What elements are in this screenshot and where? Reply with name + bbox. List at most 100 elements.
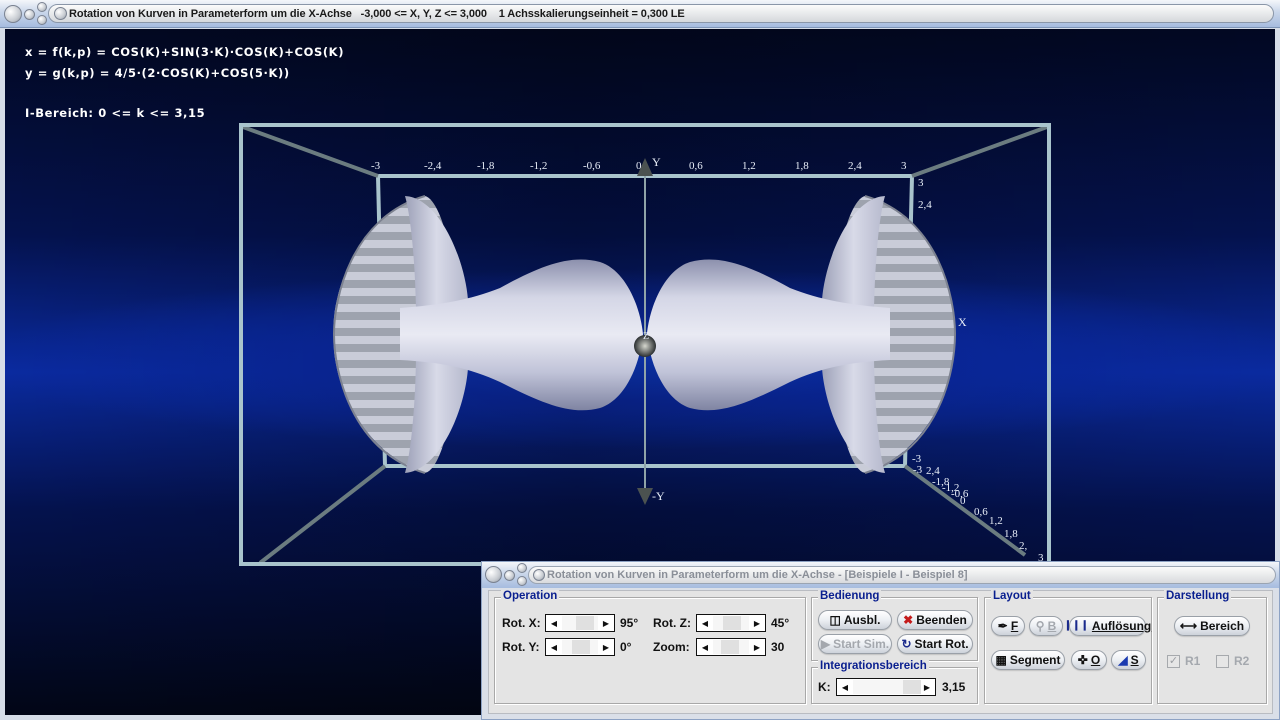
z-tick: 0,6 [974, 506, 988, 518]
dialog-title-ball-icon [533, 569, 545, 581]
zoom-label: Zoom: [653, 640, 690, 654]
x-tick: 3 [901, 160, 907, 172]
beenden-button[interactable]: ✖ Beenden [897, 610, 973, 630]
scroll-left-icon[interactable]: ◀ [546, 639, 562, 655]
scroll-right-icon[interactable]: ▶ [919, 679, 935, 695]
surface-right [647, 195, 957, 474]
window-restore-ball-icon[interactable] [37, 15, 47, 25]
bereich-button[interactable]: ⟷ Bereich [1174, 616, 1250, 636]
range-icon: ⟷ [1179, 619, 1198, 633]
scroll-thumb[interactable] [572, 640, 590, 654]
aufloesung-button[interactable]: ❙❙❙ Auflösung [1064, 616, 1151, 636]
group-legend-operation: Operation [501, 590, 560, 602]
main-titlebar: Rotation von Kurven in Parameterform um … [0, 0, 1280, 28]
scroll-right-icon[interactable]: ▶ [598, 615, 614, 631]
crosshair-icon: ✜ [1077, 653, 1088, 667]
z-tick-labels: -3 -3 2,4 -1,8 -1,2 -0,6 0 0,6 1,2 1,8 2… [912, 453, 1044, 564]
r1-checkbox[interactable]: ✓ [1167, 655, 1180, 668]
scroll-thumb[interactable] [723, 616, 741, 630]
group-legend-darstellung: Darstellung [1164, 590, 1232, 602]
ausbl-button[interactable]: ◫ Ausbl. [818, 610, 892, 630]
group-integrationsbereich: Integrationsbereich K: ◀ ▶ 3,15 [811, 660, 978, 704]
rot-y-value: 0° [620, 640, 632, 654]
title-ball-icon [54, 7, 67, 20]
rot-x-label: Rot. X: [502, 616, 541, 630]
window-maximize-ball-icon[interactable] [37, 2, 47, 12]
z-axis-label: Z [643, 331, 649, 342]
dialog-body: Operation Rot. X: ◀ ▶ 95° Rot. Z: ◀ ▶ 45… [488, 590, 1273, 714]
rot-y-slider[interactable]: ◀ ▶ [545, 638, 615, 656]
color-f-button[interactable]: ✒ F [991, 616, 1025, 636]
segment-button[interactable]: ▦ Segment [991, 650, 1065, 670]
z-tick: -3 [913, 464, 923, 476]
zoom-slider[interactable]: ◀ ▶ [696, 638, 766, 656]
x-tick: -1,8 [477, 160, 495, 172]
x-tick: -1,2 [530, 160, 547, 172]
r1-label: R1 [1185, 654, 1201, 668]
flashlight-icon: ⚲ [1035, 619, 1045, 633]
grid-icon: ▦ [995, 653, 1007, 667]
light-b-button[interactable]: ⚲ B [1029, 616, 1063, 636]
rotate-icon: ↻ [901, 637, 912, 651]
rot-z-value: 45° [771, 616, 790, 630]
y-tick: 2,4 [918, 199, 932, 211]
dialog-restore-ball-icon[interactable] [517, 576, 527, 586]
close-icon: ✖ [903, 613, 914, 627]
zoom-value: 30 [771, 640, 785, 654]
scroll-right-icon[interactable]: ▶ [598, 639, 614, 655]
rot-z-label: Rot. Z: [653, 616, 691, 630]
x-tick: -3 [371, 160, 381, 172]
surface-s-button[interactable]: ◢ S [1111, 650, 1146, 670]
x-tick-labels: -3 -2,4 -1,8 -1,2 -0,6 0 0,6 1,2 1,8 2,4… [371, 160, 907, 172]
dialog-title-strip: Rotation von Kurven in Parameterform um … [528, 566, 1276, 584]
title-strip: Rotation von Kurven in Parameterform um … [48, 4, 1274, 23]
window-minimize-ball-icon[interactable] [24, 9, 35, 20]
scroll-left-icon[interactable]: ◀ [837, 679, 853, 695]
scroll-right-icon[interactable]: ▶ [749, 639, 765, 655]
scroll-left-icon[interactable]: ◀ [546, 615, 562, 631]
rot-x-slider[interactable]: ◀ ▶ [545, 614, 615, 632]
rot-x-value: 95° [620, 616, 639, 630]
scroll-thumb[interactable] [576, 616, 594, 630]
rot-z-slider[interactable]: ◀ ▶ [696, 614, 766, 632]
group-bedienung: Bedienung ◫ Ausbl. ✖ Beenden ▶ Start Sim… [811, 590, 978, 661]
surface-paint-icon: ◢ [1118, 653, 1128, 667]
start-rot-button[interactable]: ↻ Start Rot. [897, 634, 973, 654]
play-icon: ▶ [820, 637, 831, 651]
start-sim-button[interactable]: ▶ Start Sim. [818, 634, 892, 654]
scroll-left-icon[interactable]: ◀ [697, 615, 713, 631]
rot-y-label: Rot. Y: [502, 640, 540, 654]
dialog-minimize-ball-icon[interactable] [504, 570, 515, 581]
x-tick: 1,2 [742, 160, 756, 172]
neg-y-axis-label: -Y [652, 489, 665, 503]
scroll-left-icon[interactable]: ◀ [697, 639, 713, 655]
scroll-thumb[interactable] [721, 640, 739, 654]
dialog-menu-ball-icon[interactable] [485, 566, 502, 583]
k-slider[interactable]: ◀ ▶ [836, 678, 936, 696]
window-menu-ball-icon[interactable] [4, 5, 22, 23]
window-title: Rotation von Kurven in Parameterform um … [69, 7, 685, 20]
group-legend-bedienung: Bedienung [818, 590, 882, 602]
r2-label: R2 [1234, 654, 1250, 668]
dialog-maximize-ball-icon[interactable] [517, 563, 527, 573]
x-tick: 0,6 [689, 160, 703, 172]
k-value: 3,15 [942, 680, 966, 694]
x-axis-label: X [958, 315, 967, 329]
y-tick-labels-right: 3 2,4 [918, 177, 932, 211]
group-darstellung: Darstellung ⟷ Bereich ✓ R1 R2 [1157, 590, 1267, 704]
z-tick: 1,2 [989, 515, 1003, 527]
dialog-titlebar[interactable]: Rotation von Kurven in Parameterform um … [482, 562, 1279, 588]
x-tick: 2,4 [848, 160, 862, 172]
surface-left [332, 195, 643, 474]
resolution-icon: ❙❙❙ [1063, 620, 1089, 631]
group-legend-integrationsbereich: Integrationsbereich [818, 660, 929, 672]
x-tick: -2,4 [424, 160, 442, 172]
x-tick: -0,6 [583, 160, 601, 172]
r2-checkbox[interactable] [1216, 655, 1229, 668]
scroll-right-icon[interactable]: ▶ [749, 615, 765, 631]
origin-o-button[interactable]: ✜ O [1071, 650, 1107, 670]
neg-y-axis-arrow-icon [637, 488, 653, 505]
z-tick: 2, [1019, 540, 1028, 552]
hide-icon: ◫ [829, 613, 841, 627]
z-tick: 1,8 [1004, 528, 1018, 540]
